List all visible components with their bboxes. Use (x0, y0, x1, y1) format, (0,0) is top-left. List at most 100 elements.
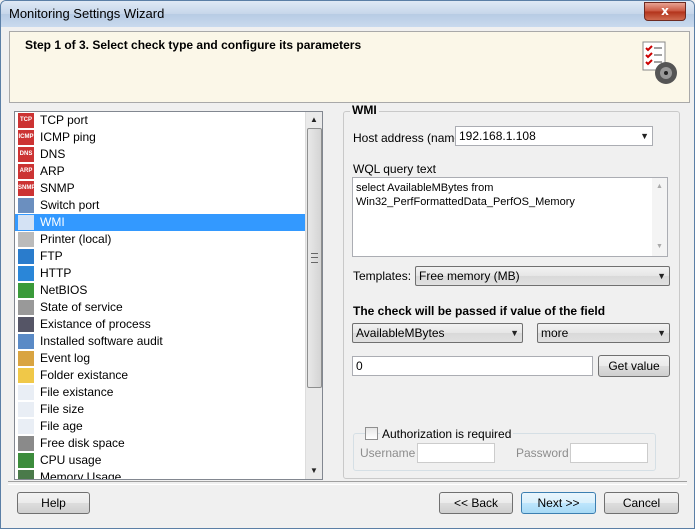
password-input[interactable] (570, 443, 648, 463)
file-age-icon (18, 419, 34, 434)
check-type-label: DNS (40, 147, 66, 161)
wizard-header: Step 1 of 3. Select check type and confi… (9, 31, 690, 103)
cancel-button[interactable]: Cancel (604, 492, 679, 514)
textarea-scrollbar[interactable]: ▲ ▼ (652, 178, 667, 256)
switch-port-icon (18, 198, 34, 213)
threshold-input[interactable]: 0 (352, 356, 593, 376)
printer-icon (18, 232, 34, 247)
check-type-label: Event log (40, 351, 91, 365)
wmi-icon (18, 215, 34, 230)
disk-space-icon (18, 436, 34, 451)
dropdown-arrow-icon[interactable]: ▼ (657, 324, 666, 342)
check-type-label: HTTP (40, 266, 72, 280)
check-type-item[interactable]: Memory Usage (15, 469, 306, 480)
http-icon (18, 266, 34, 281)
field-value: AvailableMBytes (356, 326, 445, 340)
check-type-item[interactable]: State of service (15, 299, 306, 316)
grip-icon (311, 253, 318, 263)
check-type-item[interactable]: Folder existance (15, 367, 306, 384)
check-type-label: FTP (40, 249, 63, 263)
check-type-item[interactable]: WMI (15, 214, 306, 231)
password-label: Password (516, 446, 569, 460)
help-button[interactable]: Help (17, 492, 90, 514)
check-type-item[interactable]: SNMP SNMP (15, 180, 306, 197)
check-type-label: File existance (40, 385, 114, 399)
group-title: WMI (350, 103, 379, 117)
memory-icon (18, 470, 34, 479)
check-type-list[interactable]: TCP TCP port ICMP ICMP ping DNS DNS ARP ARP SNMP… (14, 111, 323, 480)
check-type-items: TCP TCP port ICMP ICMP ping DNS DNS ARP ARP SNMP… (15, 112, 306, 480)
check-type-item[interactable]: CPU usage (15, 452, 306, 469)
check-type-label: Free disk space (40, 436, 125, 450)
scroll-thumb[interactable] (307, 128, 322, 388)
authorization-label[interactable]: Authorization is required (380, 427, 514, 441)
scroll-down-arrow-icon[interactable]: ▼ (306, 463, 322, 479)
check-type-label: WMI (40, 215, 65, 229)
check-type-label: Switch port (40, 198, 100, 212)
check-type-item[interactable]: File size (15, 401, 306, 418)
check-type-label: Installed software audit (40, 334, 163, 348)
username-input[interactable] (417, 443, 495, 463)
file-size-icon (18, 402, 34, 417)
condition-heading: The check will be passed if value of the… (353, 304, 606, 318)
file-icon (18, 385, 34, 400)
check-type-label: File age (40, 419, 83, 433)
check-type-label: File size (40, 402, 85, 416)
check-type-label: TCP port (40, 113, 88, 127)
query-line-2: Win32_PerfFormattedData_PerfOS_Memory (356, 196, 575, 208)
check-type-item[interactable]: File age (15, 418, 306, 435)
check-type-item[interactable]: File existance (15, 384, 306, 401)
check-type-label: Memory Usage (40, 470, 122, 480)
check-type-item[interactable]: Printer (local) (15, 231, 306, 248)
list-scrollbar[interactable]: ▲ ▼ (305, 112, 322, 479)
check-type-item[interactable]: Free disk space (15, 435, 306, 452)
check-type-item[interactable]: ICMP ICMP ping (15, 129, 306, 146)
snmp-icon: SNMP (18, 181, 34, 196)
field-select[interactable]: AvailableMBytes ▼ (352, 323, 523, 343)
templates-label: Templates: (353, 269, 412, 283)
templates-value: Free memory (MB) (419, 269, 520, 283)
title-bar[interactable]: Monitoring Settings Wizard x (1, 1, 694, 27)
back-button[interactable]: << Back (439, 492, 513, 514)
scroll-down-arrow-icon[interactable]: ▼ (652, 240, 667, 254)
check-type-label: State of service (40, 300, 123, 314)
check-type-item[interactable]: DNS DNS (15, 146, 306, 163)
check-type-item[interactable]: FTP (15, 248, 306, 265)
check-type-label: Printer (local) (40, 232, 112, 246)
next-button[interactable]: Next >> (521, 492, 596, 514)
check-type-item[interactable]: TCP TCP port (15, 112, 306, 129)
dropdown-arrow-icon[interactable]: ▼ (640, 127, 649, 145)
host-address-combo[interactable]: 192.168.1.108 ▼ (455, 126, 653, 146)
service-icon (18, 300, 34, 315)
authorization-checkbox[interactable] (365, 427, 378, 440)
check-type-item[interactable]: HTTP (15, 265, 306, 282)
get-value-button[interactable]: Get value (598, 355, 670, 377)
dns-icon: DNS (18, 147, 34, 162)
check-type-item[interactable]: Existance of process (15, 316, 306, 333)
check-type-label: CPU usage (40, 453, 102, 467)
arp-icon: ARP (18, 164, 34, 179)
ftp-icon (18, 249, 34, 264)
operator-select[interactable]: more ▼ (537, 323, 670, 343)
check-type-item[interactable]: Switch port (15, 197, 306, 214)
query-line-1: select AvailableMBytes from (356, 182, 494, 194)
check-type-item[interactable]: Event log (15, 350, 306, 367)
bottom-separator (8, 481, 687, 485)
step-title: Step 1 of 3. Select check type and confi… (25, 38, 362, 52)
event-log-icon (18, 351, 34, 366)
templates-select[interactable]: Free memory (MB) ▼ (415, 266, 670, 286)
check-type-item[interactable]: ARP ARP (15, 163, 306, 180)
scroll-up-arrow-icon[interactable]: ▲ (652, 180, 667, 194)
wql-query-textarea[interactable]: select AvailableMBytes from Win32_PerfFo… (352, 177, 668, 257)
host-value: 192.168.1.108 (459, 129, 536, 143)
dropdown-arrow-icon[interactable]: ▼ (657, 267, 666, 285)
close-button[interactable]: x (644, 2, 686, 21)
check-type-item[interactable]: Installed software audit (15, 333, 306, 350)
check-type-item[interactable]: NetBIOS (15, 282, 306, 299)
scroll-up-arrow-icon[interactable]: ▲ (306, 112, 322, 128)
dropdown-arrow-icon[interactable]: ▼ (510, 324, 519, 342)
check-type-label: ICMP ping (40, 130, 96, 144)
cpu-icon (18, 453, 34, 468)
window-title: Monitoring Settings Wizard (9, 6, 165, 21)
username-label: Username (360, 446, 416, 460)
